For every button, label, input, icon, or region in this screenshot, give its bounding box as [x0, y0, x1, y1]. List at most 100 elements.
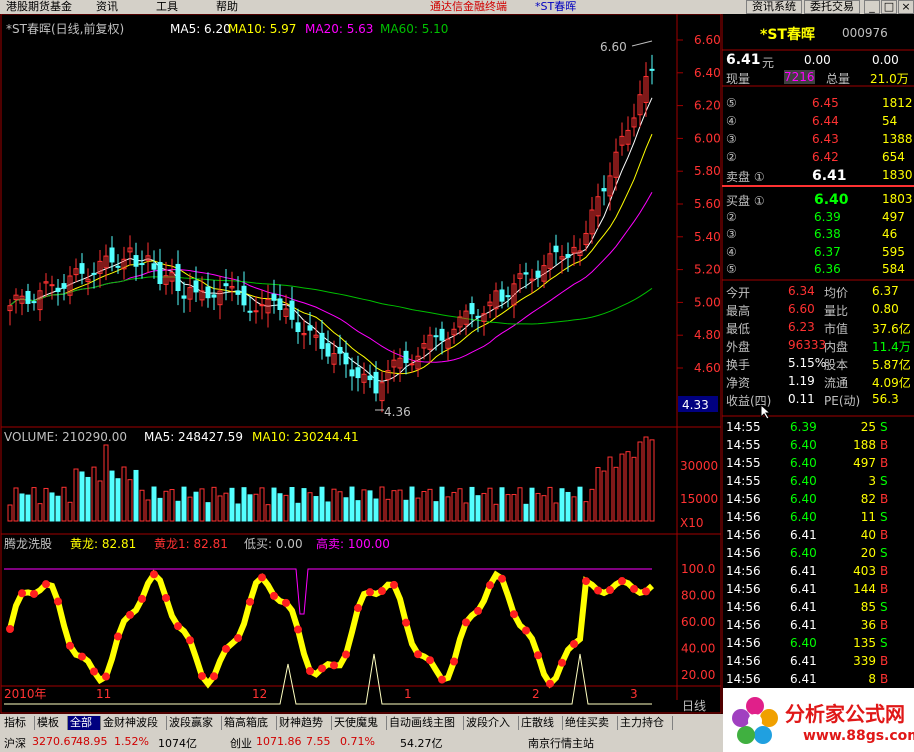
news-system-button[interactable]: 资讯系统 — [746, 0, 802, 14]
sell-level-price: 6.42 — [812, 150, 839, 164]
volume-bar — [181, 486, 187, 522]
sz-amount: 54.27亿 — [400, 737, 443, 750]
tick-price: 6.40 — [790, 474, 817, 488]
volume-label: VOLUME: 210290.00 — [4, 430, 127, 444]
volume-bar — [583, 501, 589, 522]
sell-level-volume: 1830 — [882, 168, 913, 182]
sell-level-label: ⑤ — [726, 96, 737, 110]
sell-level-price: 6.43 — [812, 132, 839, 146]
tick-volume: 11 — [860, 510, 876, 524]
candle-body — [157, 262, 163, 285]
volume-bar — [469, 486, 475, 522]
huanglong-dot — [282, 598, 290, 607]
xianliang-label: 现量 — [726, 72, 751, 86]
huanglong-dot — [6, 625, 14, 633]
tab-item[interactable]: 主力持仓 — [618, 716, 673, 730]
price-axis-label: 4.60 — [694, 361, 721, 375]
chart-area[interactable]: *ST春晖(日线,前复权) MA5: 6.20 MA10: 5.97 MA20:… — [0, 14, 722, 714]
volume-bar — [61, 486, 67, 522]
huanglong-dot — [474, 606, 482, 615]
stat-label: 外盘 — [726, 340, 751, 354]
volume-bar — [133, 469, 139, 522]
stat-value: 37.6亿 — [872, 322, 911, 336]
huanglong-dot — [342, 650, 350, 659]
volume-bar — [115, 478, 121, 522]
volume-bar — [25, 494, 31, 522]
tick-direction: B — [880, 654, 889, 668]
volume-bar — [529, 487, 535, 522]
tab-item[interactable]: 指标 — [2, 716, 35, 730]
volume-bar — [277, 493, 283, 522]
tab-item[interactable]: 绝佳买卖 — [563, 716, 618, 730]
candle-body — [505, 295, 511, 298]
buy-level-volume: 1803 — [882, 192, 913, 206]
tab-item[interactable]: 箱高箱底 — [222, 716, 277, 730]
indicator-axis-label: 60.00 — [681, 615, 715, 629]
candle-body — [277, 298, 283, 311]
price-axis: 6.60 6.40 6.20 6.00 5.80 5.60 5.40 5.20 5.00 4.80… — [677, 33, 721, 375]
tab-item[interactable]: 财神趋势 — [277, 716, 332, 730]
buy-level-label: 买盘 ① — [726, 194, 765, 208]
volume-bar — [367, 490, 373, 522]
huanglong-dot — [294, 625, 302, 634]
timeframe-label[interactable]: 日线 — [682, 699, 706, 713]
date-2: 2 — [532, 687, 540, 701]
huanglong-dot — [186, 636, 194, 645]
menu-item-tools[interactable]: 工具 — [156, 0, 178, 14]
volume-bar — [13, 487, 19, 522]
price-axis-label: 5.20 — [694, 263, 721, 277]
volume-bar — [487, 487, 493, 522]
price-axis-label: 5.60 — [694, 197, 721, 211]
tab-item[interactable]: 庄散线 — [519, 716, 563, 730]
tick-volume: 339 — [853, 654, 876, 668]
tab-item[interactable]: 自动画线主图 — [387, 716, 464, 730]
buy-level-volume: 46 — [882, 227, 898, 241]
minimize-icon[interactable]: _ — [864, 0, 880, 14]
menu-item-help[interactable]: 帮助 — [216, 0, 238, 14]
volume-bar — [229, 487, 235, 522]
tick-direction: B — [880, 672, 889, 686]
tab-item[interactable]: 波段介入 — [464, 716, 519, 730]
volume-bar — [391, 490, 397, 522]
volume-bar — [403, 499, 409, 522]
tick-direction: S — [880, 474, 888, 488]
close-icon[interactable]: × — [898, 0, 914, 14]
volume-bar — [589, 488, 595, 522]
tab-item[interactable]: 全部 — [68, 716, 101, 730]
volume-bar — [211, 486, 217, 522]
date-3: 3 — [630, 687, 638, 701]
candle-body — [295, 322, 301, 333]
window-stock-title: *ST春晖 — [535, 0, 577, 13]
price-axis-label: 5.00 — [694, 295, 721, 309]
price-highlight: 4.33 — [682, 398, 709, 412]
date-2010: 2010年 — [4, 687, 47, 701]
huanglong-dot — [114, 632, 122, 641]
news-ticker[interactable]: 南京行情主站 — [528, 735, 594, 751]
volume-ma10: MA10: 230244.41 — [252, 430, 359, 444]
tab-item[interactable]: 波段赢家 — [167, 716, 222, 730]
tick-price: 6.40 — [790, 492, 817, 506]
high-mark-arrow — [631, 40, 653, 47]
indicator-name: 腾龙洗股 — [4, 536, 52, 551]
candle-body — [469, 303, 475, 315]
tick-direction: B — [880, 528, 889, 542]
candle-body — [367, 375, 373, 381]
tick-price: 6.40 — [790, 510, 817, 524]
candle-body — [355, 367, 361, 379]
tick-volume: 8 — [868, 672, 876, 686]
candle-body — [565, 254, 571, 258]
tick-volume: 40 — [860, 528, 876, 542]
sell-level-volume: 1388 — [882, 132, 913, 146]
maximize-icon[interactable]: □ — [881, 0, 897, 14]
tick-volume: 188 — [853, 438, 876, 452]
volume-bar — [217, 495, 223, 522]
tab-item[interactable]: 模板 — [35, 716, 68, 730]
tab-item[interactable]: 天使魔鬼 — [332, 716, 387, 730]
menu-item-hk[interactable]: 港股期货基金 — [6, 0, 72, 14]
menu-item-news[interactable]: 资讯 — [96, 0, 118, 14]
tab-item[interactable]: 金财神波段 — [101, 716, 167, 730]
sell-level-label: ② — [726, 150, 737, 164]
candle-body — [241, 285, 247, 306]
trade-button[interactable]: 委托交易 — [804, 0, 860, 14]
candle-body — [535, 270, 541, 278]
